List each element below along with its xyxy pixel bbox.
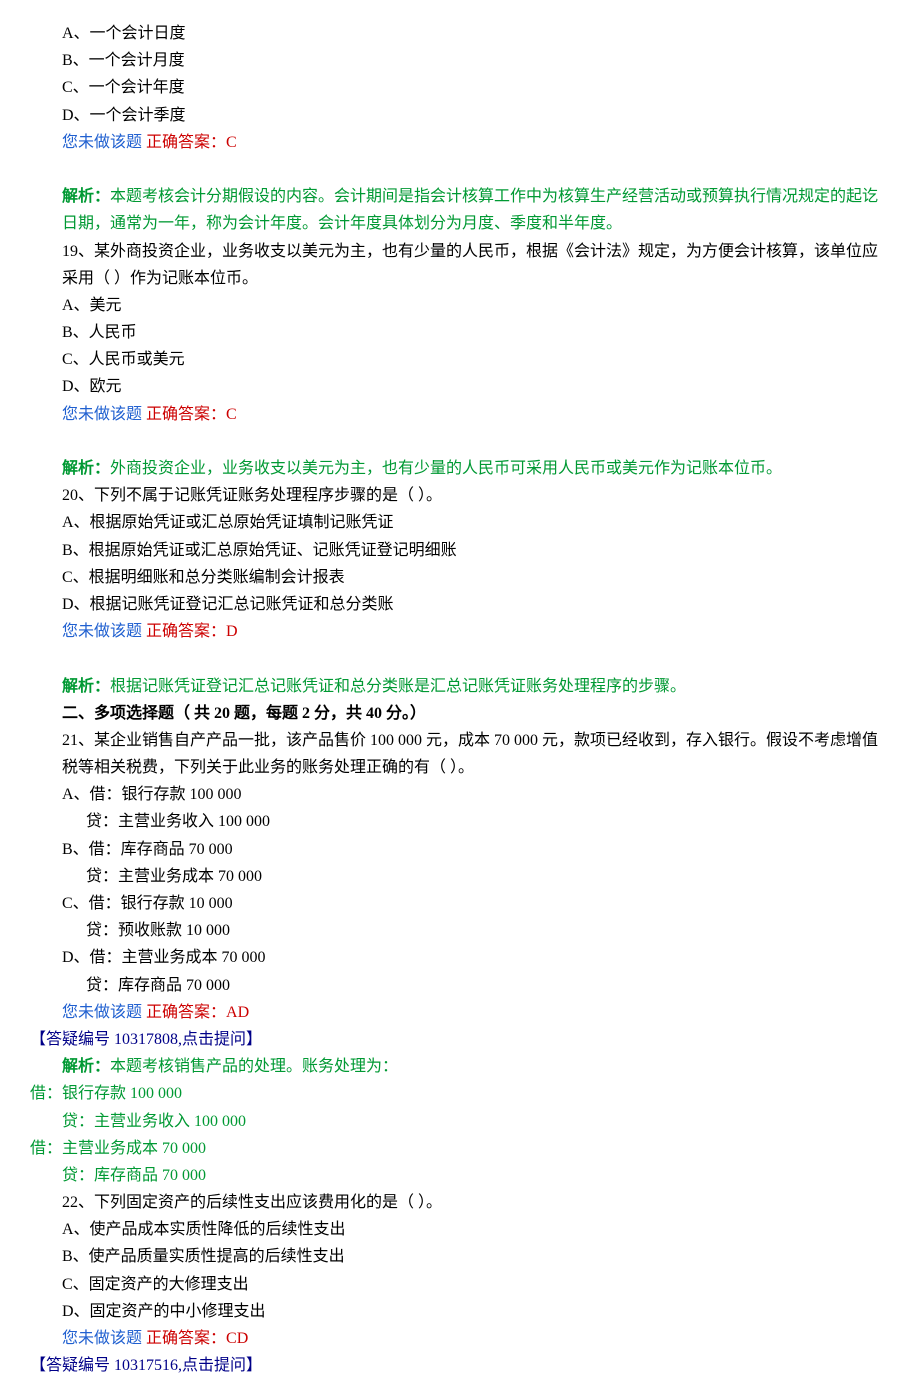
q21-qa-link[interactable]: 【答疑编号 10317808,点击提问】 [30,1026,890,1053]
q22-status-line: 您未做该题 正确答案：CD [30,1325,890,1352]
q21-analysis-l2: 贷：主营业务收入 100 000 [30,1108,890,1135]
q20-option-c: C、根据明细账和总分类账编制会计报表 [30,564,890,591]
q20-analysis: 解析：根据记账凭证登记汇总记账凭证和总分类账是汇总记账凭证账务处理程序的步骤。 [30,673,890,700]
q22-stem: 22、下列固定资产的后续性支出应该费用化的是（ ）。 [30,1189,890,1216]
q20-analysis-text: 根据记账凭证登记汇总记账凭证和总分类账是汇总记账凭证账务处理程序的步骤。 [110,678,686,695]
section2-title: 二、多项选择题（ 共 20 题，每题 2 分，共 40 分。） [30,700,890,727]
q21-status-line: 您未做该题 正确答案：AD [30,999,890,1026]
q18-option-d: D、一个会计季度 [30,102,890,129]
correct-answer-label: 正确答案：CD [146,1330,248,1347]
q19-analysis-text: 外商投资企业，业务收支以美元为主，也有少量的人民币可采用人民币或美元作为记账本位… [110,460,782,477]
q19-status-line: 您未做该题 正确答案：C [30,401,890,428]
not-done-label: 您未做该题 [62,1004,142,1021]
analysis-label: 解析： [62,188,110,205]
q20-stem: 20、下列不属于记账凭证账务处理程序步骤的是（ ）。 [30,482,890,509]
correct-answer-label: 正确答案：C [146,134,237,151]
q18-status-line: 您未做该题 正确答案：C [30,129,890,156]
q21-analysis-intro: 解析：本题考核销售产品的处理。账务处理为： [30,1053,890,1080]
not-done-label: 您未做该题 [62,1330,142,1347]
not-done-label: 您未做该题 [62,406,142,423]
q19-option-d: D、欧元 [30,373,890,400]
q22-option-b: B、使产品质量实质性提高的后续性支出 [30,1243,890,1270]
q20-status-line: 您未做该题 正确答案：D [30,618,890,645]
q21-analysis-l1: 借：银行存款 100 000 [30,1080,890,1107]
q21-option-d-line1: D、借：主营业务成本 70 000 [30,944,890,971]
q19-option-a: A、美元 [30,292,890,319]
q19-option-c: C、人民币或美元 [30,346,890,373]
q19-analysis: 解析：外商投资企业，业务收支以美元为主，也有少量的人民币可采用人民币或美元作为记… [30,455,890,482]
q19-stem: 19、某外商投资企业，业务收支以美元为主，也有少量的人民币，根据《会计法》规定，… [30,238,890,292]
analysis-label: 解析： [62,460,110,477]
analysis-label: 解析： [62,1058,110,1075]
q18-option-c: C、一个会计年度 [30,74,890,101]
q18-option-a: A、一个会计日度 [30,20,890,47]
q21-analysis-l3: 借：主营业务成本 70 000 [30,1135,890,1162]
correct-answer-label: 正确答案：AD [146,1004,249,1021]
q22-qa-link[interactable]: 【答疑编号 10317516,点击提问】 [30,1352,890,1379]
correct-answer-label: 正确答案：D [146,623,238,640]
q21-option-c-line1: C、借：银行存款 10 000 [30,890,890,917]
q21-option-b-line2: 贷：主营业务成本 70 000 [30,863,890,890]
q20-option-b: B、根据原始凭证或汇总原始凭证、记账凭证登记明细账 [30,537,890,564]
q21-analysis-intro-text: 本题考核销售产品的处理。账务处理为： [110,1058,398,1075]
q21-option-a-line2: 贷：主营业务收入 100 000 [30,808,890,835]
q21-option-a-line1: A、借：银行存款 100 000 [30,781,890,808]
q21-option-b-line1: B、借：库存商品 70 000 [30,836,890,863]
q22-option-a: A、使产品成本实质性降低的后续性支出 [30,1216,890,1243]
q21-stem: 21、某企业销售自产产品一批，该产品售价 100 000 元，成本 70 000… [30,727,890,781]
q18-option-b: B、一个会计月度 [30,47,890,74]
q21-option-c-line2: 贷：预收账款 10 000 [30,917,890,944]
q18-analysis: 解析：本题考核会计分期假设的内容。会计期间是指会计核算工作中为核算生产经营活动或… [30,183,890,237]
q22-option-c: C、固定资产的大修理支出 [30,1271,890,1298]
not-done-label: 您未做该题 [62,623,142,640]
q18-analysis-text: 本题考核会计分期假设的内容。会计期间是指会计核算工作中为核算生产经营活动或预算执… [62,188,878,232]
not-done-label: 您未做该题 [62,134,142,151]
q20-option-a: A、根据原始凭证或汇总原始凭证填制记账凭证 [30,509,890,536]
q21-option-d-line2: 贷：库存商品 70 000 [30,972,890,999]
q21-analysis-l4: 贷：库存商品 70 000 [30,1162,890,1189]
q19-option-b: B、人民币 [30,319,890,346]
correct-answer-label: 正确答案：C [146,406,237,423]
analysis-label: 解析： [62,678,110,695]
q20-option-d: D、根据记账凭证登记汇总记账凭证和总分类账 [30,591,890,618]
